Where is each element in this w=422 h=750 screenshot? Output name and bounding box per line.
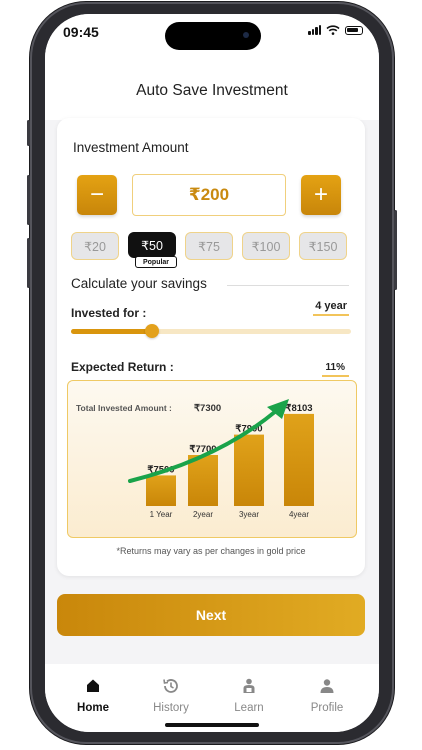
chart-category-label-4: 4year	[289, 510, 309, 519]
amount-chip-group: ₹20 ₹50 ₹75 ₹100 ₹150 Popular	[71, 232, 351, 268]
battery-icon	[345, 25, 363, 35]
learn-icon	[243, 678, 255, 693]
next-button[interactable]: Next	[57, 594, 365, 636]
status-bar: 09:45	[45, 14, 379, 50]
amount-chip-50[interactable]: ₹50	[128, 232, 176, 258]
tab-learn-label: Learn	[234, 702, 264, 714]
phone-volume-up-button	[27, 175, 30, 225]
chart-bar-1	[146, 475, 176, 506]
slider-thumb[interactable]	[145, 324, 160, 338]
invested-for-label: Invested for :	[71, 306, 147, 320]
tab-history-label: History	[153, 702, 189, 714]
increase-amount-button[interactable]: +	[301, 175, 341, 215]
returns-chart-svg: Total Invested Amount : ₹7300 ₹75001 Yea…	[76, 399, 314, 519]
chart-value-label-4: ₹8103	[285, 403, 312, 414]
section-divider	[227, 285, 349, 286]
chart-category-label-2: 2year	[193, 510, 213, 519]
investment-card: Investment Amount − ₹200 + ₹20 ₹50 ₹75 ₹…	[57, 118, 365, 576]
slider-fill	[71, 329, 153, 334]
total-invested-value: ₹7300	[194, 403, 221, 414]
calculate-savings-title: Calculate your savings	[71, 276, 207, 291]
history-icon	[163, 679, 178, 693]
tab-home-label: Home	[77, 702, 109, 714]
camera-dot	[243, 32, 249, 38]
home-indicator	[165, 723, 259, 727]
phone-volume-down-button	[27, 238, 30, 288]
amount-chip-75[interactable]: ₹75	[185, 232, 233, 260]
tab-profile-label: Profile	[310, 702, 344, 714]
profile-icon	[320, 679, 334, 693]
investment-amount-title: Investment Amount	[73, 140, 189, 155]
chart-bar-4	[284, 413, 314, 506]
expected-return-label: Expected Return :	[71, 360, 174, 374]
chart-category-label-3: 3year	[239, 510, 259, 519]
returns-disclaimer: *Returns may vary as per changes in gold…	[116, 546, 306, 556]
popular-badge: Popular	[135, 256, 177, 268]
total-invested-label: Total Invested Amount :	[76, 403, 172, 413]
cellular-signal-icon	[308, 25, 321, 35]
bottom-tab-bar: Home History Learn Profile	[45, 664, 379, 732]
returns-chart: Total Invested Amount : ₹7300 ₹7500 1 Yea…	[67, 380, 357, 538]
phone-power-button	[394, 210, 397, 290]
tab-home[interactable]: Home	[58, 676, 128, 714]
wifi-icon	[326, 25, 340, 35]
page-title: Auto Save Investment	[136, 82, 288, 99]
invested-for-value: 4 year	[313, 300, 349, 316]
status-icons	[308, 25, 363, 35]
home-icon	[87, 679, 99, 692]
tab-learn[interactable]: Learn	[214, 676, 284, 714]
amount-chip-20[interactable]: ₹20	[71, 232, 119, 260]
amount-chip-100[interactable]: ₹100	[242, 232, 290, 260]
amount-input[interactable]: ₹200	[132, 174, 286, 216]
dynamic-island	[165, 22, 261, 50]
chart-bar-3	[234, 434, 264, 506]
tab-history[interactable]: History	[136, 676, 206, 714]
duration-slider[interactable]	[71, 324, 351, 338]
decrease-amount-button[interactable]: −	[77, 175, 117, 215]
tab-profile[interactable]: Profile	[292, 676, 362, 714]
expected-return-value: 11%	[321, 362, 349, 377]
status-time: 09:45	[63, 24, 99, 40]
page-header: Auto Save Investment	[45, 50, 379, 120]
amount-chip-150[interactable]: ₹150	[299, 232, 347, 260]
app-screen: 09:45 Auto Save Investment Investment Am…	[45, 14, 379, 732]
chart-category-label-1: 1 Year	[150, 510, 173, 519]
phone-action-button	[27, 120, 30, 146]
